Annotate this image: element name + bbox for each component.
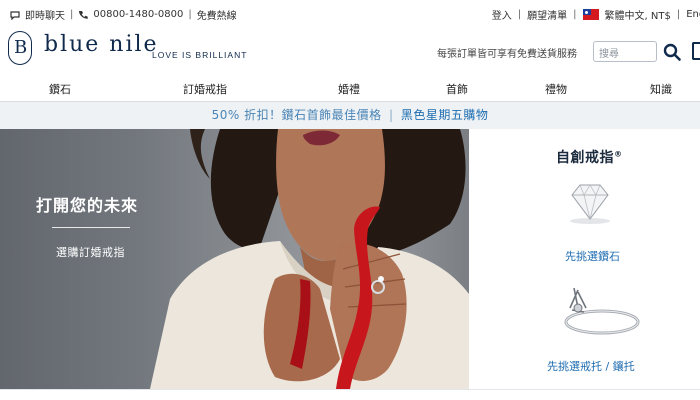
shop-engagement-rings-link[interactable]: 選購訂婚戒指 [56,244,125,260]
divider: | [188,9,192,20]
ring-setting-image[interactable] [550,284,646,340]
nav-item-engagement-rings[interactable]: 訂婚戒指 [183,81,227,97]
hero-divider [52,227,130,228]
divider: | [517,9,522,20]
phone-icon [78,10,89,20]
panel-title: 自創戒指® [556,147,623,167]
hero-photo [150,129,469,389]
diamond-image[interactable] [566,181,614,225]
start-with-setting-link[interactable]: 先挑選戒托 / 鑲托 [547,358,635,374]
build-your-ring-panel: 自創戒指® 先挑選鑽石 先挑選戒托 / 鑲托 [470,129,700,389]
site-header: B blue nile LOVE IS BRILLIANT 每張訂單皆可享有免費… [0,25,700,75]
logo-tagline: LOVE IS BRILLIANT [152,50,248,60]
locale-selector[interactable]: 繁體中文, NT$ [605,7,671,22]
section-divider [0,389,700,400]
live-chat-link[interactable]: 即時聊天 [25,7,65,22]
login-link[interactable]: 登入 [492,7,512,22]
search-icon[interactable] [663,43,681,61]
search-input[interactable] [594,45,656,64]
promo-banner: 50% 折扣！鑽石首飾最佳價格 | 黑色星期五購物 [0,102,700,129]
nav-item-gifts[interactable]: 禮物 [545,81,567,97]
nav-item-jewelry[interactable]: 首飾 [446,81,468,97]
divider: | [70,9,74,20]
nav-item-education[interactable]: 知識 [650,81,672,97]
logo-monogram-letter: B [14,37,28,58]
promo-link[interactable]: 黑色星期五購物 [401,108,489,122]
logo-monogram[interactable]: B [8,31,32,65]
registered-mark: ® [614,149,623,159]
panel-title-text: 自創戒指 [556,150,614,166]
utility-right: 登入 | 願望清單 | 繁體中文, NT$ | Engl [492,7,700,22]
shopping-bag-icon[interactable] [692,42,700,60]
language-selector[interactable]: Engl [686,9,700,20]
promo-divider: | [388,108,394,122]
wishlist-link[interactable]: 願望清單 [527,7,567,22]
nav-item-wedding[interactable]: 婚禮 [338,81,360,97]
search-field [593,41,657,64]
promo-text: 50% 折扣！鑽石首飾最佳價格 [211,108,382,122]
nav-item-diamonds[interactable]: 鑽石 [49,81,71,97]
start-with-diamond-link[interactable]: 先挑選鑽石 [565,248,620,264]
main-nav: 鑽石 訂婚戒指 婚禮 首飾 禮物 知識 [0,75,700,102]
phone-number[interactable]: 00800-1480-0800 [93,9,183,20]
divider: | [573,9,577,20]
hero-banner[interactable]: 打開您的未來 選購訂婚戒指 [0,129,469,389]
free-hotline-label: 免費熱線 [196,11,237,22]
logo-wordmark[interactable]: blue nile [44,32,159,57]
divider: | [676,9,681,20]
taiwan-flag-icon [582,9,599,20]
hero-title: 打開您的未來 [36,196,139,215]
utility-left: 即時聊天 | 00800-1480-0800 | 免費熱線 [10,7,237,22]
chat-bubble-icon [10,10,20,20]
free-shipping-notice: 每張訂單皆可享有免費送貨服務 [437,49,577,60]
utility-bar: 即時聊天 | 00800-1480-0800 | 免費熱線 登入 | 願望清單 … [0,0,700,25]
